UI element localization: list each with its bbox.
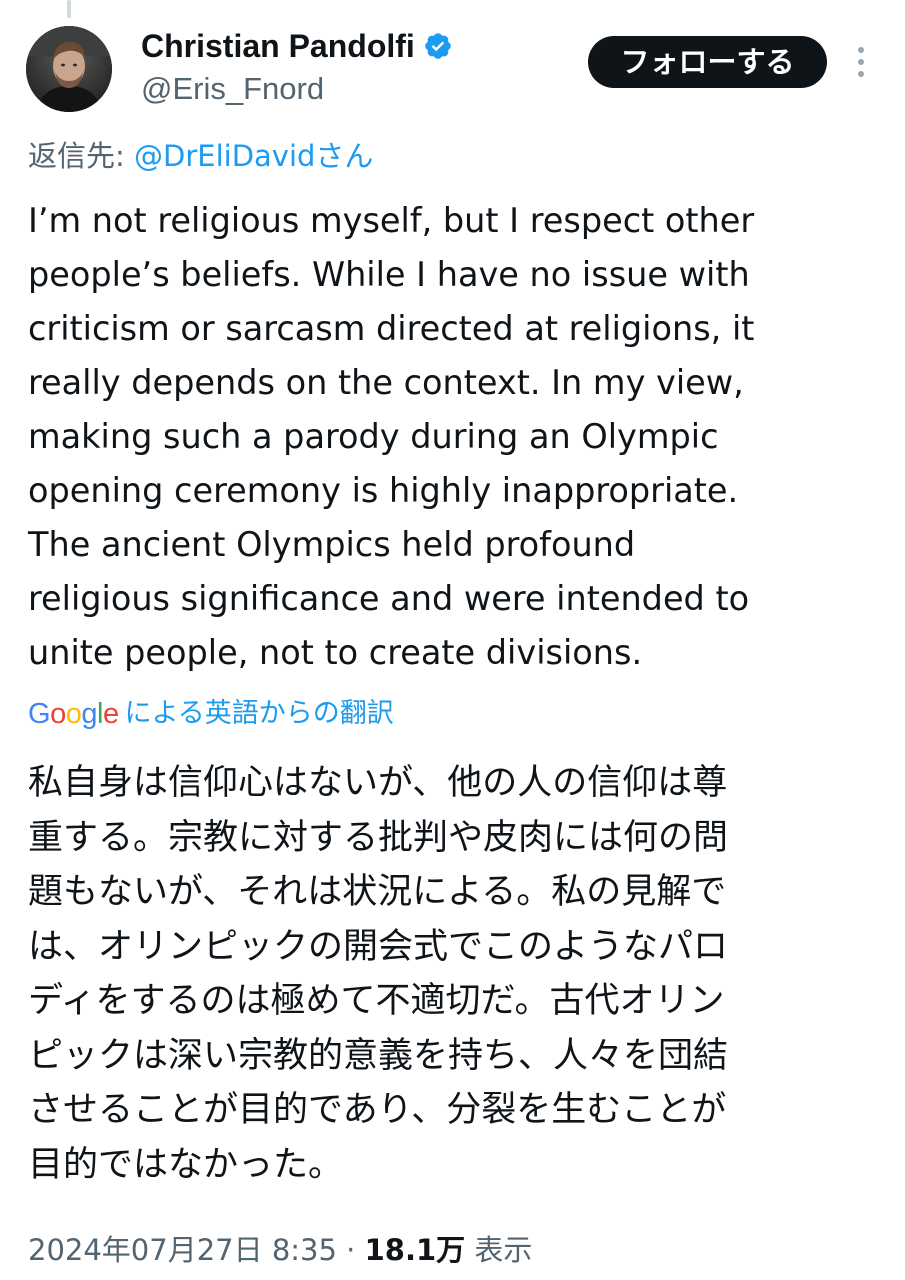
translated-text-line: 重する。宗教に対する批判や皮肉には何の問 (28, 817, 729, 858)
tweet-text-line: The ancient Olympics held profound (28, 525, 636, 564)
tweet-text-line: people’s beliefs. While I have no issue … (28, 255, 750, 294)
tweet-text-line: making such a parody during an Olympic (28, 417, 719, 456)
meta-separator: · (346, 1233, 356, 1267)
follow-button[interactable]: フォローする (588, 36, 827, 88)
translated-text-line: させることが目的であり、分裂を生むことが (28, 1090, 727, 1130)
tweet-meta-row: 2024年07月27日 8:35 · 18.1万 表示 (28, 1228, 532, 1272)
tweet-text-line: criticism or sarcasm directed at religio… (28, 309, 755, 348)
translated-text-line: ピックは深い宗教的意義を持ち、人々を団結 (28, 1035, 729, 1076)
google-logo: Google (28, 698, 119, 730)
tweet-text-line: really depends on the context. In my vie… (28, 363, 744, 402)
avatar[interactable] (26, 26, 112, 112)
tweet-text-line: I’m not religious myself, but I respect … (28, 201, 755, 240)
view-count-label: 表示 (474, 1233, 533, 1267)
translated-body: 私自身は信仰心はないが、他の人の信仰は尊 重する。宗教に対する批判や皮肉には何の… (28, 756, 868, 1192)
author-name-row: Christian Pandolfi (141, 26, 453, 66)
reply-to-line: 返信先: @DrEliDavidさん (28, 136, 373, 176)
tweet-timestamp-link[interactable]: 2024年07月27日 8:35 (28, 1233, 337, 1267)
translated-text-line: 私自身は信仰心はないが、他の人の信仰は尊 (28, 763, 728, 803)
translated-text-line: 目的ではなかった。 (28, 1144, 344, 1185)
more-dot (858, 47, 864, 53)
more-dot (858, 71, 864, 77)
translated-text-line: ディをするのは極めて不適切だ。古代オリン (28, 981, 725, 1021)
more-options-icon[interactable] (848, 40, 874, 84)
tweet-body: I’m not religious myself, but I respect … (28, 194, 858, 680)
tweet-text-line: opening ceremony is highly inappropriate… (28, 471, 739, 510)
more-dot (858, 59, 864, 65)
translation-attribution-link[interactable]: Google による英語からの翻訳 (28, 696, 394, 732)
tweet-text-line: unite people, not to create divisions. (28, 633, 643, 672)
reply-to-mention-link[interactable]: @DrEliDavidさん (134, 139, 373, 173)
thread-connector-line (67, 0, 71, 18)
reply-to-prefix: 返信先: (28, 139, 125, 173)
verified-badge-icon[interactable] (423, 31, 453, 61)
translated-text-line: は、オリンピックの開会式でこのようなパロ (28, 926, 729, 967)
translation-label: による英語からの翻訳 (124, 698, 394, 729)
avatar-image (26, 26, 112, 112)
tweet-text-line: religious significance and were intended… (28, 579, 750, 618)
author-display-name[interactable]: Christian Pandolfi (141, 26, 415, 66)
view-count: 18.1万 (364, 1233, 466, 1267)
author-handle[interactable]: @Eris_Fnord (141, 70, 324, 108)
translated-text-line: 題もないが、それは状況による。私の見解で (28, 872, 727, 912)
